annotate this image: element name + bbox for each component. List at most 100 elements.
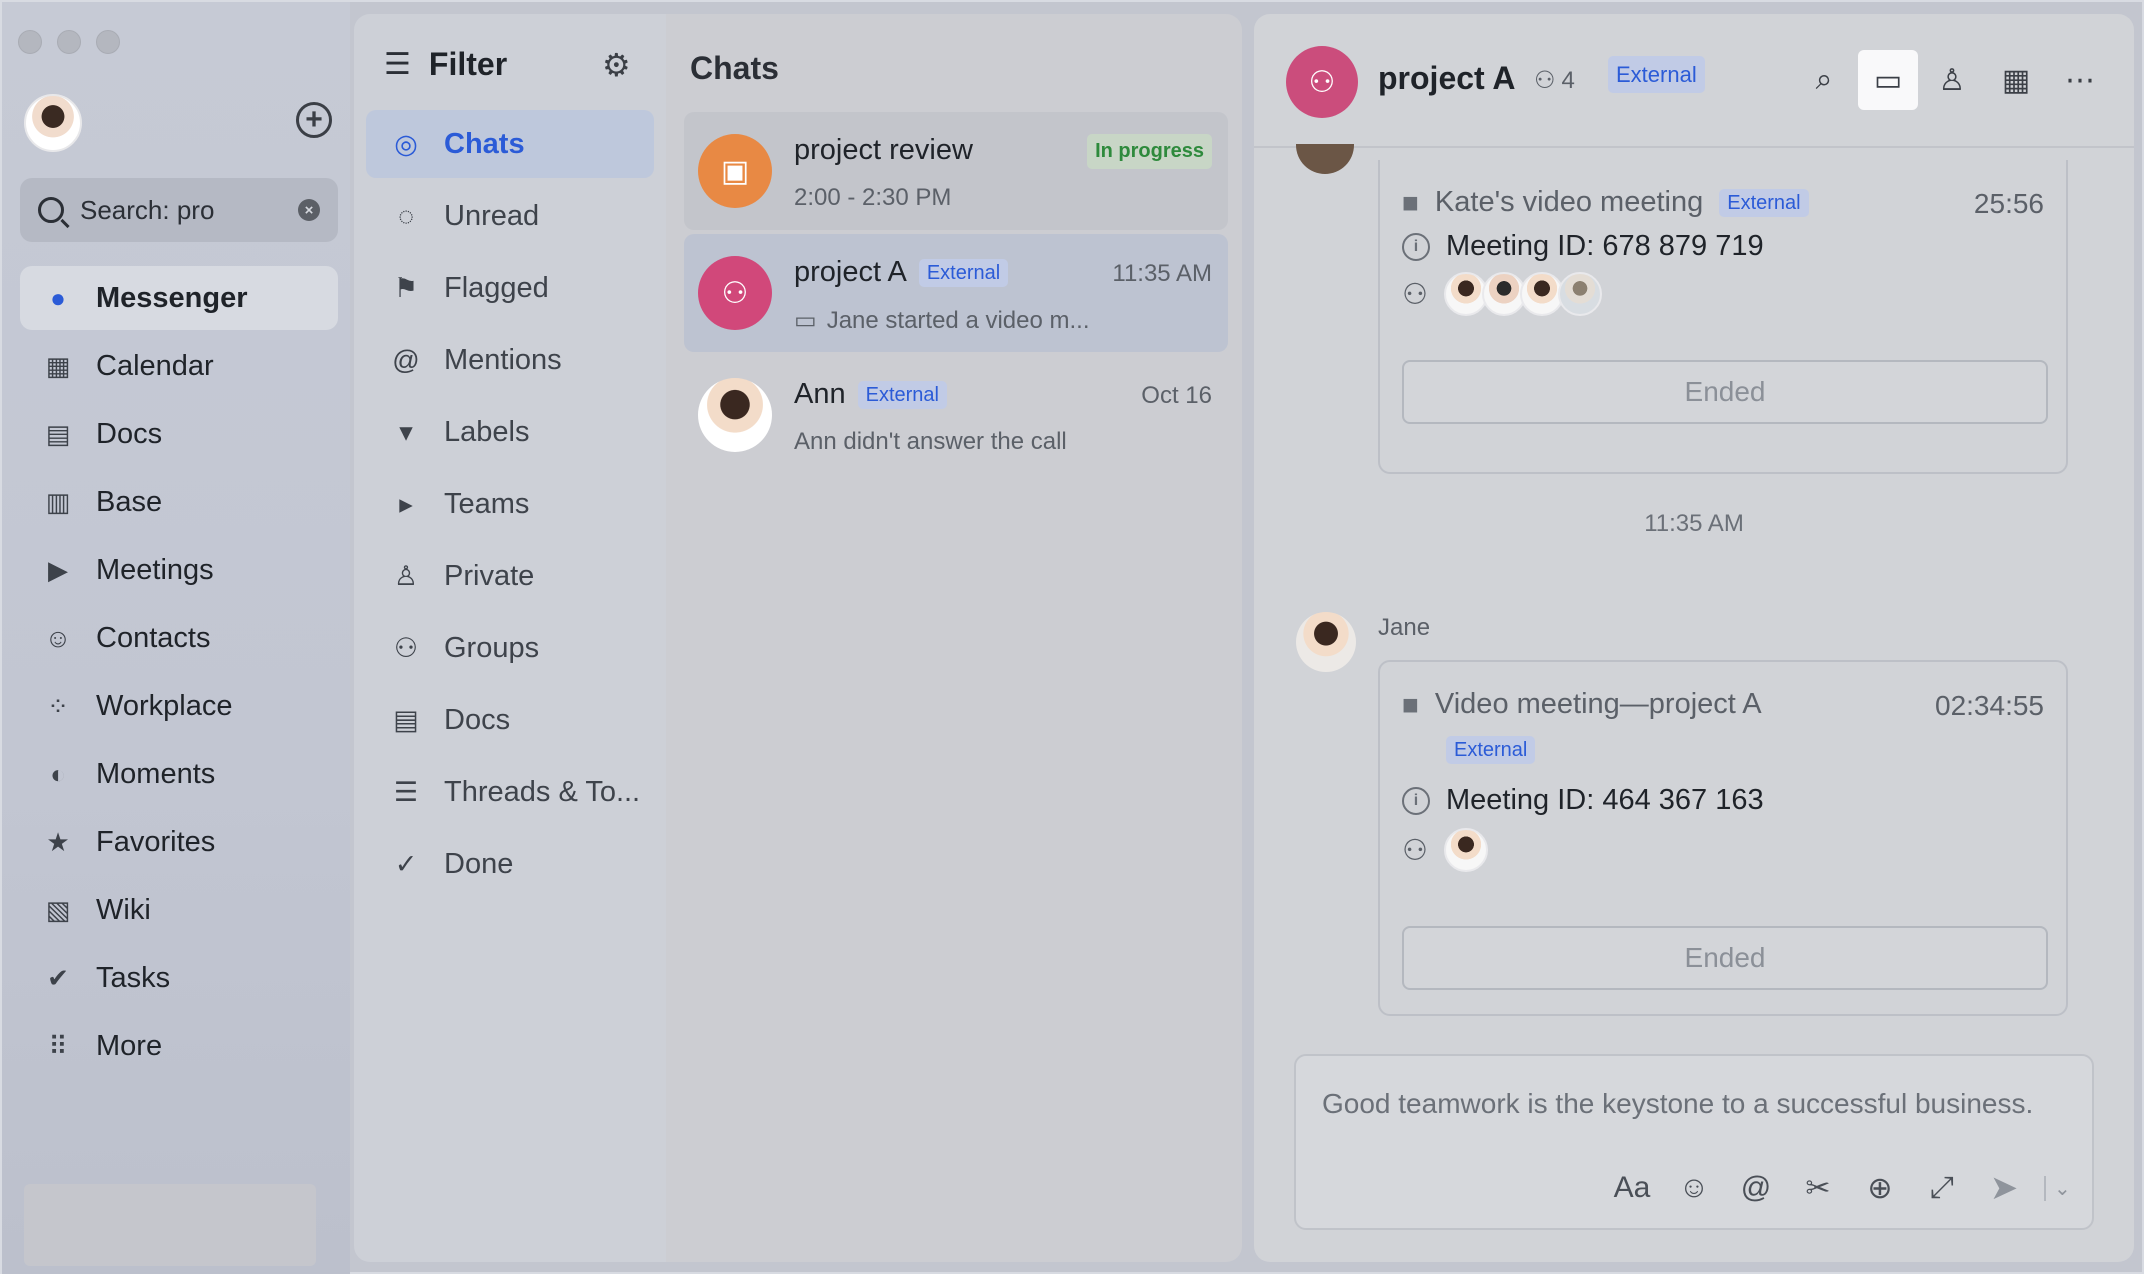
meeting-id[interactable]: Meeting ID: 464 367 163 [1446, 784, 1764, 817]
group-avatar[interactable]: ⚇ [1286, 46, 1358, 118]
filter-item-threads[interactable]: ☰ Threads & To... [366, 758, 654, 826]
messenger-icon: ● [50, 282, 66, 313]
meeting-tag-row: External [1446, 736, 1536, 764]
clear-search-icon[interactable]: × [298, 199, 320, 221]
chat-item-project-a[interactable]: ⚇ project A External 11:35 AM ▭ Jane sta… [684, 234, 1228, 352]
nav-item-tasks[interactable]: ✔ Tasks [20, 946, 338, 1010]
chat-bubble-icon: ◎ [394, 128, 418, 159]
create-new-button[interactable]: + [296, 102, 332, 138]
more-options-button[interactable]: ⋯ [2050, 50, 2110, 110]
expand-icon[interactable]: ⤢ [1920, 1171, 1964, 1205]
nav-item-label: Tasks [96, 961, 171, 994]
plus-icon: + [305, 103, 323, 136]
nav-item-more[interactable]: ⠿ More [20, 1014, 338, 1078]
calendar-button[interactable]: ▦ [1986, 50, 2046, 110]
contacts-icon: ☺ [44, 622, 72, 653]
app-nav: ● Messenger ▦ Calendar ▤ Docs ▥ Base ▶ M… [20, 266, 338, 1082]
nav-item-calendar[interactable]: ▦ Calendar [20, 334, 338, 398]
nav-item-moments[interactable]: ◐ Moments [20, 742, 338, 806]
meeting-id[interactable]: Meeting ID: 678 879 719 [1446, 230, 1764, 263]
filter-item-chats[interactable]: ◎ Chats [366, 110, 654, 178]
search-input[interactable]: Search: pro [80, 195, 214, 226]
text-format-icon[interactable]: Aa [1610, 1171, 1654, 1205]
filter-item-docs[interactable]: ▤ Docs [366, 686, 654, 754]
video-camera-icon: ■ [1402, 688, 1419, 720]
add-person-icon: ♙ [1938, 63, 1966, 97]
chat-list-title: Chats [690, 50, 779, 86]
participants-icon: ⚇ [1402, 278, 1428, 311]
add-member-button[interactable]: ♙ [1922, 50, 1982, 110]
conversation-title[interactable]: project A [1378, 60, 1516, 97]
filter-item-label: Unread [444, 199, 540, 232]
filter-item-groups[interactable]: ⚇ Groups [366, 614, 654, 682]
search-chat-button[interactable]: ⌕ [1794, 50, 1854, 110]
filter-item-label: Flagged [444, 271, 549, 304]
participants-row: ⚇ [1402, 828, 1488, 872]
filter-item-flagged[interactable]: ⚑ Flagged [366, 254, 654, 322]
participant-avatars[interactable] [1444, 272, 1602, 316]
minimize-window-button[interactable] [57, 30, 81, 54]
chat-item-project-review[interactable]: ▣ project review In progress 2:00 - 2:30… [684, 112, 1228, 230]
close-window-button[interactable] [18, 30, 42, 54]
filter-item-label: Chats [444, 127, 525, 160]
search-icon: ⌕ [1815, 63, 1833, 96]
emoji-icon[interactable]: ☺ [1672, 1171, 1716, 1205]
app-window: + Search: pro × ● Messenger ▦ Calendar ▤… [0, 0, 2144, 1274]
chat-item-ann[interactable]: Ann External Oct 16 Ann didn't answer th… [684, 356, 1228, 474]
nav-item-wiki[interactable]: ▧ Wiki [20, 878, 338, 942]
my-avatar[interactable] [24, 94, 82, 152]
collapse-filter-icon[interactable]: ☰ [384, 47, 411, 82]
send-icon[interactable]: ➤ [1982, 1168, 2026, 1208]
nav-item-messenger[interactable]: ● Messenger [20, 266, 338, 330]
filter-item-private[interactable]: ♙ Private [366, 542, 654, 610]
rail-footer-area [24, 1184, 316, 1266]
nav-item-base[interactable]: ▥ Base [20, 470, 338, 534]
chat-preview-text: 2:00 - 2:30 PM [794, 184, 952, 211]
global-search[interactable]: Search: pro × [20, 178, 338, 242]
participant-avatar [1558, 272, 1602, 316]
send-options-icon[interactable]: ⌄ [2044, 1175, 2071, 1201]
mention-icon[interactable]: @ [1734, 1171, 1778, 1205]
participant-avatars[interactable] [1444, 828, 1488, 872]
sender-avatar [1296, 144, 1354, 174]
nav-item-docs[interactable]: ▤ Docs [20, 402, 338, 466]
filter-item-mentions[interactable]: @ Mentions [366, 326, 654, 394]
filter-item-done[interactable]: ✓ Done [366, 830, 654, 898]
screenshot-icon[interactable]: ✂ [1796, 1171, 1840, 1206]
message-input[interactable]: Good teamwork is the keystone to a succe… [1322, 1088, 2033, 1120]
check-circle-icon: ✓ [394, 848, 418, 879]
filter-item-unread[interactable]: ◌ Unread [366, 182, 654, 250]
meeting-ended-button[interactable]: Ended [1402, 360, 2048, 424]
filter-item-teams[interactable]: ▸ Teams [366, 470, 654, 538]
nav-item-meetings[interactable]: ▶ Meetings [20, 538, 338, 602]
sender-avatar[interactable] [1296, 612, 1356, 672]
message-composer[interactable]: Good teamwork is the keystone to a succe… [1294, 1054, 2094, 1230]
meeting-ended-button[interactable]: Ended [1402, 926, 2048, 990]
info-icon: i [1402, 232, 1430, 261]
video-call-button[interactable]: ▭ [1858, 50, 1918, 110]
meeting-id-row: i Meeting ID: 464 367 163 [1402, 784, 1764, 817]
add-attachment-icon[interactable]: ⊕ [1858, 1171, 1902, 1206]
gear-icon[interactable]: ⚙ [602, 46, 631, 84]
app-rail: + Search: pro × ● Messenger ▦ Calendar ▤… [2, 2, 350, 1274]
chat-preview-text: Jane started a video m... [826, 306, 1090, 334]
zoom-window-button[interactable] [96, 30, 120, 54]
at-sign-icon: @ [392, 344, 420, 375]
filter-panel: ☰ Filter ⚙ ◎ Chats ◌ Unread ⚑ Flagged @ … [354, 14, 666, 1262]
nav-item-label: Moments [96, 757, 216, 790]
nav-item-workplace[interactable]: ⁘ Workplace [20, 674, 338, 738]
external-tag: External [918, 258, 1009, 287]
chat-preview: Ann didn't answer the call [794, 428, 1067, 456]
nav-item-label: Wiki [96, 893, 151, 926]
member-count[interactable]: ⚇ 4 [1534, 66, 1575, 95]
filter-item-labels[interactable]: ▾ Labels [366, 398, 654, 466]
filter-item-label: Labels [444, 415, 530, 448]
filter-item-label: Docs [444, 703, 511, 736]
filter-item-label: Mentions [444, 343, 562, 376]
filter-header[interactable]: ☰ Filter [384, 46, 507, 83]
nav-item-favorites[interactable]: ★ Favorites [20, 810, 338, 874]
nav-item-contacts[interactable]: ☺ Contacts [20, 606, 338, 670]
filter-list: ◎ Chats ◌ Unread ⚑ Flagged @ Mentions ▾ … [366, 110, 654, 902]
video-camera-icon: ■ [1402, 186, 1419, 218]
chat-preview: ▭ Jane started a video m... [794, 306, 1090, 335]
